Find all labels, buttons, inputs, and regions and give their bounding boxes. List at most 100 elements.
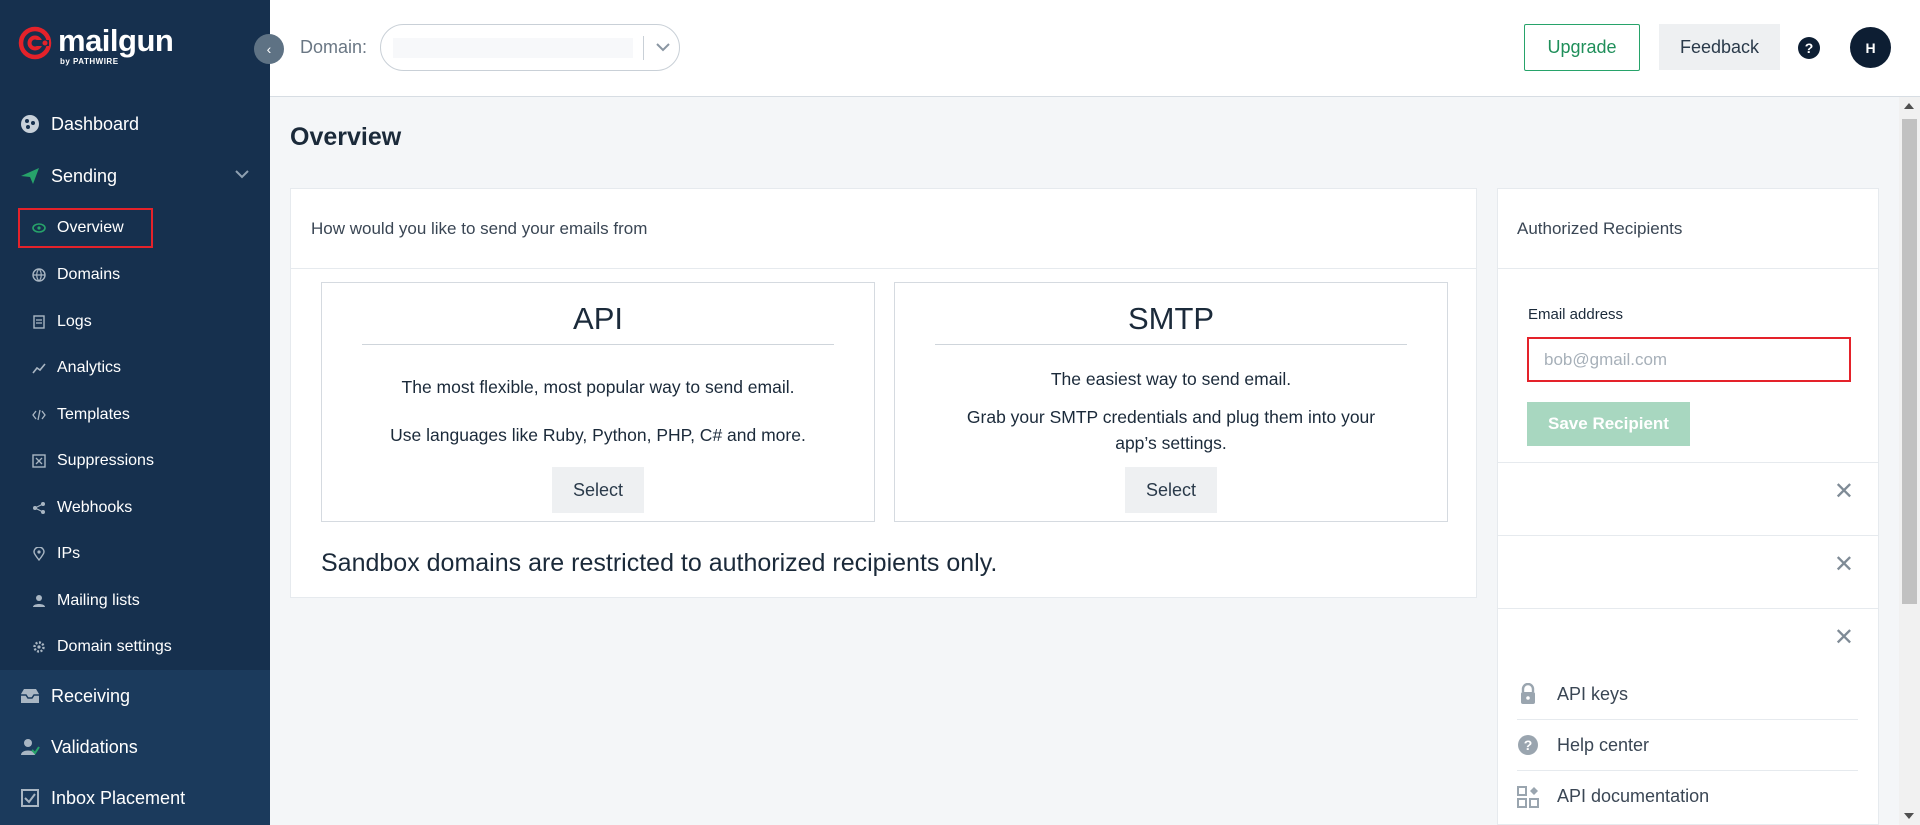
sidebar-lower-section: Receiving Validations Inbox Placement xyxy=(0,670,270,825)
sidebar-item-dashboard[interactable]: Dashboard xyxy=(0,98,270,150)
sidebar-item-suppressions[interactable]: Suppressions xyxy=(18,441,248,481)
recipient-row: ✕ xyxy=(1498,535,1878,608)
sidebar-item-mailing-lists[interactable]: Mailing lists xyxy=(18,581,248,621)
sidebar-item-domain-settings[interactable]: Domain settings xyxy=(18,627,248,667)
option-title: API xyxy=(573,301,623,336)
scroll-down-arrow[interactable] xyxy=(1904,813,1914,819)
paper-plane-icon xyxy=(20,166,40,186)
api-documentation-link[interactable]: API documentation xyxy=(1517,771,1858,822)
sidebar-item-templates[interactable]: Templates xyxy=(18,395,248,435)
domain-select-divider xyxy=(643,36,644,60)
sandbox-notice: Sandbox domains are restricted to author… xyxy=(321,549,998,577)
sidebar-item-label: Logs xyxy=(57,313,92,330)
scroll-up-arrow[interactable] xyxy=(1904,103,1914,109)
authorized-recipients-heading: Authorized Recipients xyxy=(1498,189,1878,269)
inbox-icon xyxy=(20,686,40,706)
sidebar-item-ips[interactable]: IPs xyxy=(18,534,248,574)
checkbox-icon xyxy=(20,788,40,808)
sidebar-item-logs[interactable]: Logs xyxy=(18,302,248,342)
chevron-down-icon xyxy=(655,39,671,60)
divider xyxy=(935,344,1407,345)
sidebar-item-label: IPs xyxy=(57,545,81,562)
sidebar-item-label: Validations xyxy=(51,736,138,757)
option-description: The most flexible, most popular way to s… xyxy=(401,377,795,397)
grid-icon xyxy=(1517,785,1539,808)
option-description: Grab your SMTP credentials and plug them… xyxy=(966,407,1376,453)
api-keys-link[interactable]: API keys xyxy=(1517,669,1858,720)
sidebar-item-label: Webhooks xyxy=(57,499,133,516)
help-center-link[interactable]: ? Help center xyxy=(1517,720,1858,771)
scrollbar-thumb[interactable] xyxy=(1902,119,1917,604)
svg-text:?: ? xyxy=(1524,737,1533,753)
smtp-option: SMTP The easiest way to send email. Grab… xyxy=(894,282,1448,522)
send-method-card: How would you like to send your emails f… xyxy=(290,188,1477,598)
page-title: Overview xyxy=(290,123,402,151)
gear-icon xyxy=(32,640,46,654)
sidebar-item-label: Receiving xyxy=(51,685,131,706)
email-address-input[interactable] xyxy=(1527,337,1851,382)
sidebar-item-label: Inbox Placement xyxy=(51,787,186,808)
sidebar: mailgun by PATHWIRE Dashboard Sending Ov… xyxy=(0,0,270,825)
option-title: SMTP xyxy=(1127,301,1215,336)
sidebar-item-domains[interactable]: Domains xyxy=(18,255,248,295)
block-icon xyxy=(32,454,46,468)
sidebar-item-label: Templates xyxy=(57,406,130,423)
sending-submenu: Overview Domains Logs Analytics Template… xyxy=(0,206,270,670)
chevron-left-icon: ‹ xyxy=(266,41,272,57)
send-method-heading: How would you like to send your emails f… xyxy=(291,189,1476,269)
help-icon[interactable]: ? xyxy=(1798,37,1820,59)
user-check-icon xyxy=(20,737,40,757)
sidebar-item-inbox-placement[interactable]: Inbox Placement xyxy=(0,772,270,824)
close-icon[interactable]: ✕ xyxy=(1834,550,1854,579)
user-icon xyxy=(32,594,46,608)
sidebar-collapse-button[interactable]: ‹ xyxy=(254,34,284,64)
authorized-recipients-panel: Authorized Recipients Email address Save… xyxy=(1497,188,1879,825)
sidebar-item-label: Overview xyxy=(57,219,124,236)
select-api-button[interactable]: Select xyxy=(552,467,644,513)
app: mailgun by PATHWIRE Dashboard Sending Ov… xyxy=(0,0,1920,825)
share-icon xyxy=(32,501,46,515)
sidebar-item-label: Domain settings xyxy=(57,638,172,655)
sidebar-item-label: Analytics xyxy=(57,359,122,376)
brand-byline: by PATHWIRE xyxy=(60,57,119,66)
sidebar-item-label: Domains xyxy=(57,266,121,283)
link-label: API keys xyxy=(1557,683,1629,704)
option-description: Use languages like Ruby, Python, PHP, C#… xyxy=(390,425,806,445)
mailgun-logo[interactable]: mailgun by PATHWIRE xyxy=(18,25,174,66)
sidebar-item-receiving[interactable]: Receiving xyxy=(0,670,270,722)
page-scrollbar[interactable] xyxy=(1899,97,1920,825)
sidebar-item-label: Suppressions xyxy=(57,452,154,469)
save-recipient-button[interactable]: Save Recipient xyxy=(1527,402,1690,446)
select-smtp-button[interactable]: Select xyxy=(1125,467,1217,513)
sidebar-item-validations[interactable]: Validations xyxy=(0,721,270,773)
globe-icon xyxy=(32,268,46,282)
close-icon[interactable]: ✕ xyxy=(1834,623,1854,652)
upgrade-button[interactable]: Upgrade xyxy=(1524,24,1640,71)
logo-text: mailgun by PATHWIRE xyxy=(58,25,174,66)
sidebar-item-sending[interactable]: Sending xyxy=(0,150,270,202)
recipient-row: ✕ xyxy=(1498,462,1878,535)
chart-icon xyxy=(32,361,46,375)
option-description: The easiest way to send email. xyxy=(1050,369,1292,389)
document-icon xyxy=(32,315,46,329)
close-icon[interactable]: ✕ xyxy=(1834,477,1854,506)
email-address-label: Email address xyxy=(1528,306,1624,323)
sidebar-item-analytics[interactable]: Analytics xyxy=(18,348,248,388)
mailgun-logo-icon xyxy=(18,26,52,60)
sidebar-item-webhooks[interactable]: Webhooks xyxy=(18,488,248,528)
domain-select[interactable] xyxy=(380,24,680,71)
sidebar-item-overview[interactable]: Overview xyxy=(18,208,153,248)
help-circle-icon: ? xyxy=(1517,734,1539,756)
avatar[interactable]: H xyxy=(1850,27,1891,68)
dashboard-icon xyxy=(20,114,40,134)
feedback-button[interactable]: Feedback xyxy=(1659,24,1780,70)
sidebar-item-label: Mailing lists xyxy=(57,592,140,609)
divider xyxy=(362,344,834,345)
sidebar-item-label: Dashboard xyxy=(51,113,140,134)
api-option: API The most flexible, most popular way … xyxy=(321,282,875,522)
sidebar-item-label: Sending xyxy=(51,165,118,186)
location-pin-icon xyxy=(32,547,46,561)
domain-label: Domain: xyxy=(300,37,368,57)
domain-select-value xyxy=(393,38,633,58)
lock-icon xyxy=(1517,683,1539,705)
